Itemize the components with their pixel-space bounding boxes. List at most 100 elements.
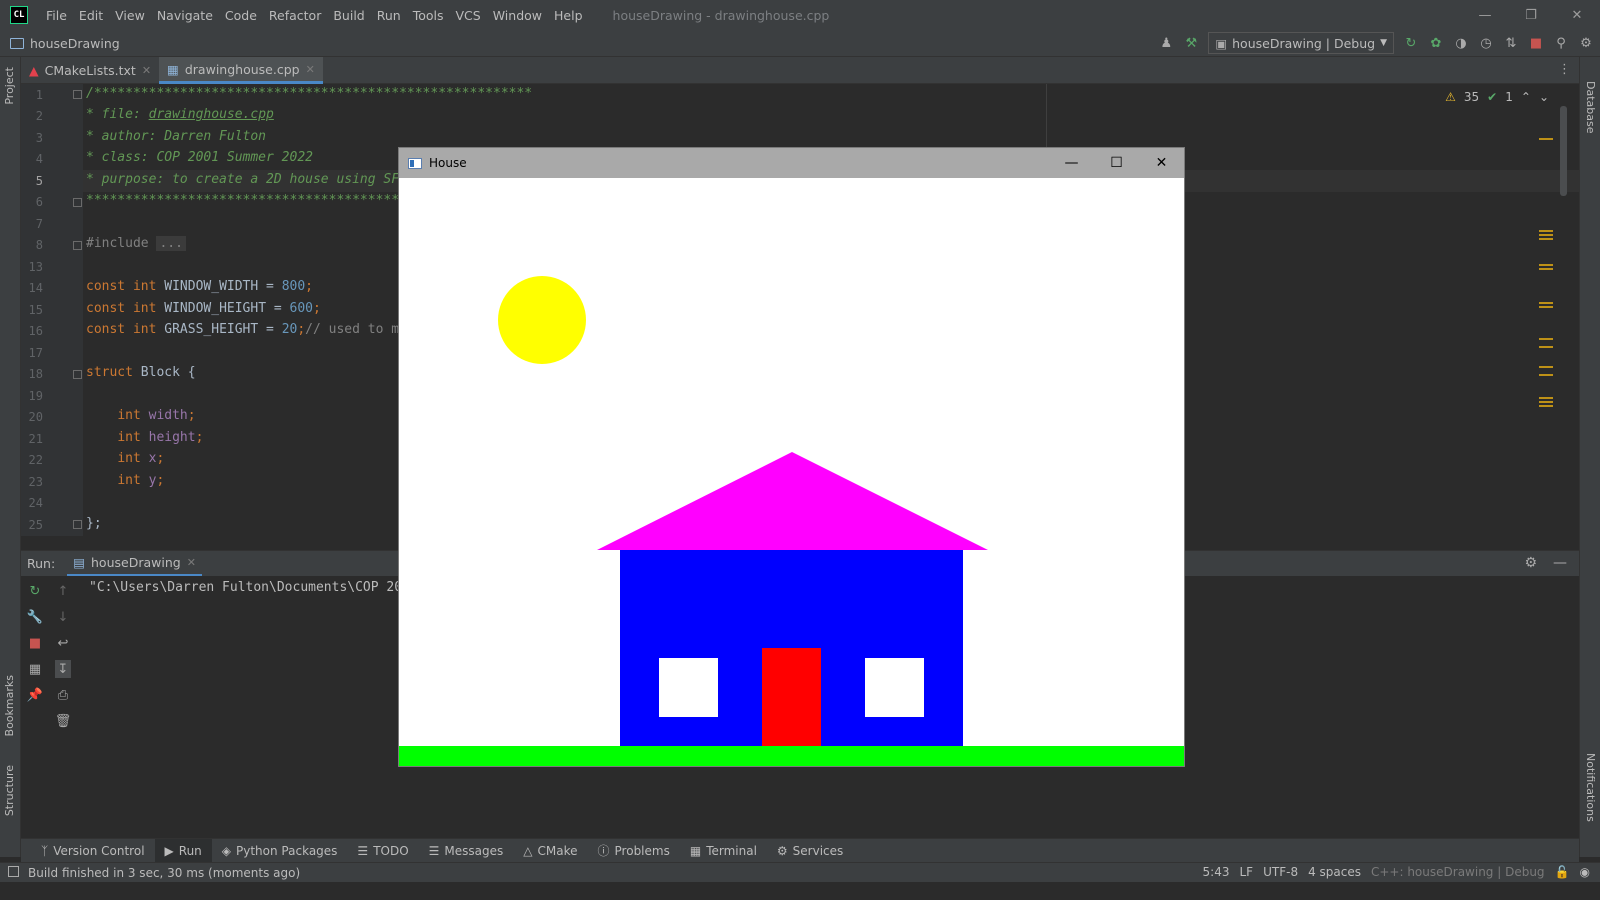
- structure-tool-tab[interactable]: Structure: [3, 765, 16, 816]
- restore-icon[interactable]: ❐: [1508, 0, 1554, 30]
- warning-stripe[interactable]: [1539, 306, 1553, 308]
- menu-view[interactable]: View: [109, 8, 151, 23]
- stop-icon[interactable]: ■: [27, 634, 43, 652]
- build-hammer-icon[interactable]: ⚒: [1183, 35, 1199, 51]
- project-tool-tab[interactable]: Project: [3, 67, 16, 105]
- house-window-titlebar[interactable]: House — ☐ ✕: [399, 148, 1184, 178]
- hide-panel-icon[interactable]: —: [1553, 555, 1567, 571]
- fold-marker-icon[interactable]: [73, 370, 82, 379]
- minimize-icon[interactable]: —: [1462, 0, 1508, 30]
- chevron-down-icon[interactable]: ⌄: [1539, 90, 1549, 104]
- tab-messages[interactable]: ☰ Messages: [419, 839, 514, 863]
- warning-stripe[interactable]: [1539, 302, 1553, 304]
- menu-build[interactable]: Build: [327, 8, 370, 23]
- menu-window[interactable]: Window: [487, 8, 548, 23]
- close-tab-icon[interactable]: ✕: [187, 556, 196, 569]
- warning-stripe[interactable]: [1539, 234, 1553, 236]
- warning-stripe[interactable]: [1539, 230, 1553, 232]
- fold-marker-icon[interactable]: [73, 198, 82, 207]
- fold-marker-icon[interactable]: [73, 241, 82, 250]
- tab-run[interactable]: ▶ Run: [154, 838, 212, 863]
- line-separator[interactable]: LF: [1240, 865, 1254, 879]
- layout-toggle-icon[interactable]: [8, 866, 19, 877]
- menu-refactor[interactable]: Refactor: [263, 8, 327, 23]
- maximize-icon[interactable]: ☐: [1094, 148, 1139, 178]
- tab-problems[interactable]: ⓘ Problems: [588, 839, 680, 863]
- settings-gear-icon[interactable]: ⚙: [1578, 35, 1594, 51]
- warning-stripe[interactable]: [1539, 374, 1553, 376]
- scroll-to-end-icon[interactable]: ↧: [55, 660, 71, 678]
- close-tab-icon[interactable]: ✕: [306, 63, 315, 76]
- warning-stripe[interactable]: [1539, 401, 1553, 403]
- close-icon[interactable]: ✕: [1139, 148, 1184, 178]
- warning-stripe[interactable]: [1539, 268, 1553, 270]
- bookmarks-tool-tab[interactable]: Bookmarks: [3, 675, 16, 736]
- warning-stripe[interactable]: [1539, 405, 1553, 407]
- warning-stripe[interactable]: [1539, 238, 1553, 240]
- warning-stripe[interactable]: [1539, 346, 1553, 348]
- editor-scrollbar[interactable]: [1560, 106, 1567, 196]
- chevron-up-icon[interactable]: ⌃: [1521, 90, 1531, 104]
- run-tab-housedrawing[interactable]: ▤ houseDrawing ✕: [67, 551, 202, 577]
- warning-stripe[interactable]: [1539, 366, 1553, 368]
- database-tool-tab[interactable]: Database: [1584, 81, 1597, 134]
- menu-vcs[interactable]: VCS: [450, 8, 487, 23]
- soft-wrap-icon[interactable]: ↩: [55, 634, 71, 652]
- notifications-tool-tab[interactable]: Notifications: [1584, 753, 1597, 822]
- warning-stripe[interactable]: [1539, 264, 1553, 266]
- menu-file[interactable]: File: [40, 8, 73, 23]
- tab-python-packages[interactable]: ◈ Python Packages: [212, 839, 348, 863]
- house-window[interactable]: House — ☐ ✕: [398, 147, 1185, 767]
- user-icon[interactable]: ♟: [1158, 35, 1174, 51]
- caret-position[interactable]: 5:43: [1203, 865, 1230, 879]
- minimize-icon[interactable]: —: [1049, 148, 1094, 178]
- tab-todo[interactable]: ☰ TODO: [347, 839, 418, 863]
- tab-cmakelists[interactable]: ▲ CMakeLists.txt ✕: [21, 57, 159, 84]
- notification-bell-icon[interactable]: ◉: [1580, 865, 1590, 879]
- arrow-down-icon[interactable]: ↓: [55, 608, 71, 626]
- status-message[interactable]: Build finished in 3 sec, 30 ms (moments …: [28, 866, 300, 880]
- layout-icon[interactable]: ▦: [27, 660, 43, 678]
- stop-icon[interactable]: ■: [1528, 35, 1544, 51]
- rerun-icon[interactable]: ↻: [27, 582, 43, 600]
- menu-edit[interactable]: Edit: [73, 8, 109, 23]
- search-icon[interactable]: ⚲: [1553, 35, 1569, 51]
- breadcrumb[interactable]: houseDrawing: [10, 36, 120, 51]
- indent-setting[interactable]: 4 spaces: [1308, 865, 1361, 879]
- attach-icon[interactable]: ⇅: [1503, 35, 1519, 51]
- coverage-icon[interactable]: ◑: [1453, 35, 1469, 51]
- pin-icon[interactable]: 📌: [27, 686, 43, 704]
- profile-icon[interactable]: ◷: [1478, 35, 1494, 51]
- settings-gear-icon[interactable]: ⚙: [1524, 555, 1537, 571]
- close-tab-icon[interactable]: ✕: [142, 64, 151, 77]
- menu-code[interactable]: Code: [219, 8, 263, 23]
- rerun-icon[interactable]: ↻: [1403, 35, 1419, 51]
- more-options-icon[interactable]: ⋮: [1558, 62, 1571, 77]
- warning-stripe[interactable]: [1539, 138, 1553, 140]
- resolve-context[interactable]: C++: houseDrawing | Debug: [1371, 865, 1545, 879]
- tab-terminal[interactable]: ▦ Terminal: [680, 839, 767, 863]
- trash-icon[interactable]: 🗑: [55, 712, 72, 730]
- tab-services[interactable]: ⚙ Services: [767, 839, 853, 863]
- debug-bug-icon[interactable]: ✿: [1428, 35, 1444, 51]
- menu-run[interactable]: Run: [371, 8, 407, 23]
- warning-stripe[interactable]: [1539, 338, 1553, 340]
- fold-marker-icon[interactable]: [73, 90, 82, 99]
- file-encoding[interactable]: UTF-8: [1263, 865, 1298, 879]
- tab-cmake[interactable]: △ CMake: [513, 839, 587, 863]
- fold-marker-icon[interactable]: [73, 520, 82, 529]
- warning-stripe[interactable]: [1539, 397, 1553, 399]
- tab-drawinghouse-cpp[interactable]: ▦ drawinghouse.cpp ✕: [159, 57, 323, 84]
- folded-region[interactable]: ...: [156, 236, 186, 251]
- lock-icon[interactable]: 🔓: [1555, 865, 1570, 879]
- wrench-icon[interactable]: 🔧: [27, 608, 43, 626]
- run-configuration-select[interactable]: ▣ houseDrawing | Debug ▼: [1208, 32, 1394, 54]
- close-icon[interactable]: ✕: [1554, 0, 1600, 30]
- arrow-up-icon[interactable]: ↑: [55, 582, 71, 600]
- menu-help[interactable]: Help: [548, 8, 589, 23]
- menu-navigate[interactable]: Navigate: [151, 8, 219, 23]
- tab-version-control[interactable]: ᛉ Version Control: [31, 839, 155, 863]
- inspection-widget[interactable]: ⚠ 35 ✔ 1 ⌃ ⌄: [1445, 90, 1549, 104]
- print-icon[interactable]: ⎙: [55, 686, 71, 704]
- menu-tools[interactable]: Tools: [407, 8, 450, 23]
